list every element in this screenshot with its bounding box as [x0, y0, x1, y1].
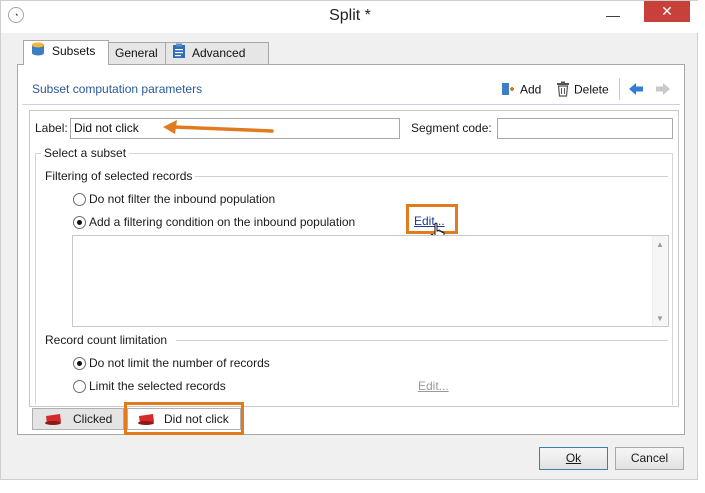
subset-tab-highlight — [124, 402, 244, 435]
scroll-up-icon[interactable]: ▲ — [656, 240, 664, 249]
move-right-button[interactable] — [654, 81, 672, 100]
title-bar: ◔ Split * — ✕ — [1, 1, 699, 33]
toolbar-title: Subset computation parameters — [32, 82, 203, 96]
radio-no-limit-label: Do not limit the number of records — [89, 356, 270, 370]
add-label: Add — [520, 82, 542, 97]
trash-icon — [556, 81, 570, 100]
tab-subsets-label: Subsets — [52, 44, 96, 59]
add-icon — [500, 81, 516, 100]
close-button[interactable]: ✕ — [644, 1, 690, 22]
label-caption: Label: — [35, 121, 68, 135]
filtering-divider — [195, 176, 668, 177]
ok-label: Ok — [565, 451, 582, 465]
select-subset-legend: Select a subset — [41, 146, 130, 160]
delete-button[interactable]: Delete — [556, 81, 609, 100]
radio-no-limit[interactable] — [73, 357, 86, 370]
tab-subsets[interactable]: Subsets — [23, 40, 109, 65]
filter-condition-box[interactable]: ▲ ▼ — [72, 235, 669, 327]
limit-edit-link[interactable]: Edit... — [418, 379, 449, 393]
filtering-heading: Filtering of selected records — [45, 169, 193, 183]
radio-add-filter-label: Add a filtering condition on the inbound… — [89, 215, 356, 229]
clipboard-icon — [172, 43, 186, 65]
radio-limit-records-label: Limit the selected records — [89, 379, 226, 393]
radio-no-filter-label: Do not filter the inbound population — [89, 192, 276, 206]
window-title: Split * — [329, 7, 371, 24]
segment-code-caption: Segment code: — [411, 121, 492, 135]
subset-tab-clicked[interactable]: Clicked — [32, 408, 124, 430]
condition-scrollbar[interactable]: ▲ ▼ — [652, 236, 668, 326]
subset-icon — [43, 412, 63, 432]
subset-tab-clicked-label: Clicked — [73, 412, 113, 426]
ok-button[interactable]: Ok — [539, 447, 608, 470]
radio-add-filter[interactable] — [73, 216, 86, 229]
record-count-heading: Record count limitation — [45, 333, 168, 347]
cancel-label: Cancel — [630, 451, 669, 465]
segment-code-field[interactable] — [497, 118, 673, 139]
record-count-divider — [176, 340, 668, 341]
annotation-arrow-icon — [160, 117, 276, 144]
scroll-down-icon[interactable]: ▼ — [656, 314, 664, 323]
move-left-button[interactable] — [627, 81, 645, 100]
cancel-button[interactable]: Cancel — [615, 447, 684, 470]
delete-label: Delete — [574, 82, 609, 97]
radio-no-filter[interactable] — [73, 193, 86, 206]
tab-general-label: General — [115, 46, 158, 60]
radio-limit-records[interactable] — [73, 380, 86, 393]
tab-advanced[interactable]: Advanced — [165, 42, 269, 64]
add-button[interactable]: Add — [500, 81, 541, 100]
arrow-right-icon — [654, 83, 672, 100]
tab-general[interactable]: General — [108, 42, 166, 64]
toolbar-separator — [619, 78, 620, 100]
toolbar-divider — [22, 104, 680, 105]
subsets-icon — [30, 41, 46, 63]
minimize-button[interactable]: — — [599, 5, 627, 25]
tab-advanced-label: Advanced — [192, 46, 246, 61]
arrow-left-icon — [627, 83, 645, 100]
